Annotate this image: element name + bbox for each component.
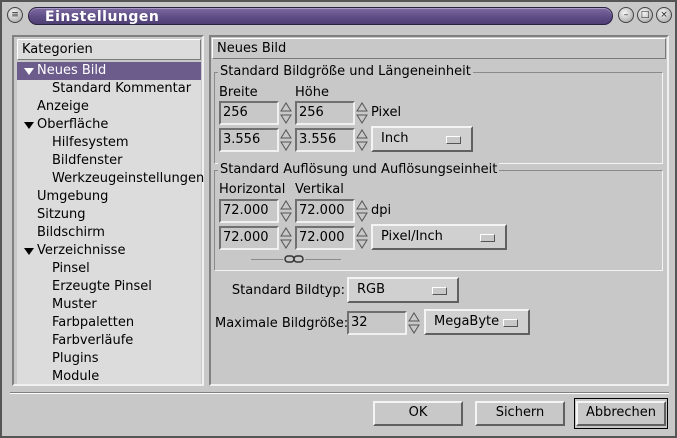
- settings-panel: Neues Bild Standard Bildgröße und Längen…: [209, 35, 669, 386]
- vertical-dpi-input[interactable]: 72.000: [295, 199, 355, 223]
- chain-link-icon[interactable]: [283, 253, 305, 265]
- sidebar-item[interactable]: Erzeugte Pinsel: [17, 278, 201, 296]
- max-size-unit-value: MegaByte: [434, 314, 500, 329]
- option-menu-indicator-icon: [503, 319, 518, 327]
- max-size-label: Maximale Bildgröße:: [215, 316, 349, 331]
- title-bar[interactable]: ≡ Einstellungen – □ ×: [4, 4, 675, 28]
- width-px-input[interactable]: 256: [219, 101, 279, 125]
- height-px-spinner[interactable]: [356, 101, 368, 125]
- width-label: Breite: [219, 85, 258, 100]
- horizontal-dpi-spinner[interactable]: [280, 199, 292, 223]
- height-label: Höhe: [295, 85, 329, 100]
- save-button[interactable]: Sichern: [475, 401, 565, 426]
- image-type-value: RGB: [357, 282, 386, 297]
- title-pill[interactable]: Einstellungen: [28, 7, 613, 25]
- horizontal-label: Horizontal: [219, 182, 286, 197]
- horizontal-unit-spinner[interactable]: [280, 226, 292, 250]
- height-px-input[interactable]: 256: [295, 101, 355, 125]
- horizontal-dpi-input[interactable]: 72.000: [219, 199, 279, 223]
- category-header[interactable]: Kategorien: [17, 39, 201, 60]
- vertical-label: Vertikal: [295, 182, 344, 197]
- sidebar-item-label: Muster: [52, 297, 97, 312]
- pixel-unit-label: Pixel: [371, 105, 402, 120]
- expand-triangle-icon[interactable]: [24, 248, 34, 255]
- section-title: Neues Bild: [212, 38, 666, 59]
- category-panel: Kategorien Neues Bild Standard Kommentar A…: [12, 35, 204, 386]
- sidebar-item-label: Bildfenster: [52, 153, 123, 168]
- sidebar-item[interactable]: Anzeige: [17, 98, 201, 116]
- width-unit-spinner[interactable]: [280, 128, 292, 152]
- option-menu-indicator-icon: [446, 136, 461, 144]
- max-size-input[interactable]: 32: [347, 311, 407, 335]
- max-size-spinner[interactable]: [408, 311, 420, 335]
- button-separator: [10, 392, 669, 394]
- preferences-window: ≡ Einstellungen – □ × Kategorien Neues B…: [0, 0, 677, 438]
- sidebar-item-label: Neues Bild: [37, 63, 107, 78]
- resolution-unit-value: Pixel/Inch: [381, 229, 443, 244]
- sidebar-item[interactable]: Farbverläufe: [17, 332, 201, 350]
- sidebar-item[interactable]: Muster: [17, 296, 201, 314]
- resolution-group-title: Standard Auflösung und Auflösungseinheit: [218, 162, 500, 178]
- sidebar-item-label: Oberfläche: [37, 117, 109, 132]
- sidebar-item[interactable]: Neues Bild: [17, 62, 201, 80]
- sidebar-item-label: Standard Kommentar: [52, 81, 192, 96]
- sidebar-item-label: Plugins: [52, 351, 99, 366]
- dpi-unit-label: dpi: [371, 203, 392, 218]
- sidebar-item[interactable]: Oberfläche: [17, 116, 201, 134]
- maximize-icon[interactable]: □: [637, 7, 653, 23]
- cancel-button-focus-ring: Abbrechen: [574, 398, 668, 429]
- expand-triangle-icon[interactable]: [24, 122, 34, 129]
- sidebar-item[interactable]: Module: [17, 368, 201, 386]
- vertical-unit-input[interactable]: 72.000: [295, 226, 355, 250]
- sidebar-item[interactable]: Werkzeugeinstellungen: [17, 170, 205, 188]
- minimize-icon[interactable]: –: [618, 7, 634, 23]
- sidebar-item-label: Hilfesystem: [52, 135, 129, 150]
- size-unit-value: Inch: [381, 131, 409, 146]
- sidebar-item[interactable]: Bildfenster: [17, 152, 201, 170]
- option-menu-indicator-icon: [432, 287, 447, 295]
- sidebar-item[interactable]: Umgebung: [17, 188, 201, 206]
- sidebar-item[interactable]: Standard Kommentar: [17, 80, 201, 98]
- sidebar-item-label: Umgebung: [37, 189, 109, 204]
- max-size-unit-dropdown[interactable]: MegaByte: [424, 309, 530, 335]
- sidebar-item-label: Anzeige: [37, 99, 89, 114]
- sidebar-item[interactable]: Verzeichnisse: [17, 242, 201, 260]
- sidebar-item-label: Pinsel: [52, 261, 90, 276]
- sidebar-item[interactable]: Sitzung: [17, 206, 201, 224]
- category-tree: Neues Bild Standard Kommentar Anzeige Oberf…: [17, 62, 205, 386]
- sidebar-item-label: Erzeugte Pinsel: [52, 279, 152, 294]
- cancel-button[interactable]: Abbrechen: [576, 401, 666, 426]
- horizontal-unit-input[interactable]: 72.000: [219, 226, 279, 250]
- sidebar-item[interactable]: Bildschirm: [17, 224, 201, 242]
- sidebar-item-label: Farbverläufe: [52, 333, 134, 348]
- sidebar-item-label: Werkzeugeinstellungen: [52, 171, 205, 186]
- close-icon[interactable]: ×: [656, 7, 672, 23]
- sidebar-item-label: Verzeichnisse: [37, 243, 126, 258]
- sidebar-item[interactable]: Pinsel: [17, 260, 201, 278]
- height-unit-spinner[interactable]: [356, 128, 368, 152]
- width-px-spinner[interactable]: [280, 101, 292, 125]
- sidebar-item-label: Farbpaletten: [52, 315, 135, 330]
- width-unit-input[interactable]: 3.556: [219, 128, 279, 152]
- expand-triangle-icon[interactable]: [24, 68, 34, 75]
- option-menu-indicator-icon: [480, 234, 495, 242]
- sidebar-item-label: Sitzung: [37, 207, 86, 222]
- image-type-dropdown[interactable]: RGB: [347, 277, 459, 303]
- image-size-group-title: Standard Bildgröße und Längeneinheit: [218, 64, 473, 80]
- sidebar-item[interactable]: Hilfesystem: [17, 134, 201, 152]
- sidebar-item-label: Module: [52, 369, 100, 384]
- window-menu-icon[interactable]: ≡: [7, 7, 23, 23]
- size-unit-dropdown[interactable]: Inch: [371, 126, 473, 152]
- resolution-unit-dropdown[interactable]: Pixel/Inch: [371, 224, 507, 250]
- window-title: Einstellungen: [45, 9, 160, 25]
- sidebar-item-label: Bildschirm: [37, 225, 105, 240]
- vertical-unit-spinner[interactable]: [356, 226, 368, 250]
- sidebar-item[interactable]: Plugins: [17, 350, 201, 368]
- sidebar-item[interactable]: Farbpaletten: [17, 314, 201, 332]
- vertical-dpi-spinner[interactable]: [356, 199, 368, 223]
- image-type-label: Standard Bildtyp:: [231, 283, 345, 298]
- height-unit-input[interactable]: 3.556: [295, 128, 355, 152]
- ok-button[interactable]: OK: [373, 401, 463, 426]
